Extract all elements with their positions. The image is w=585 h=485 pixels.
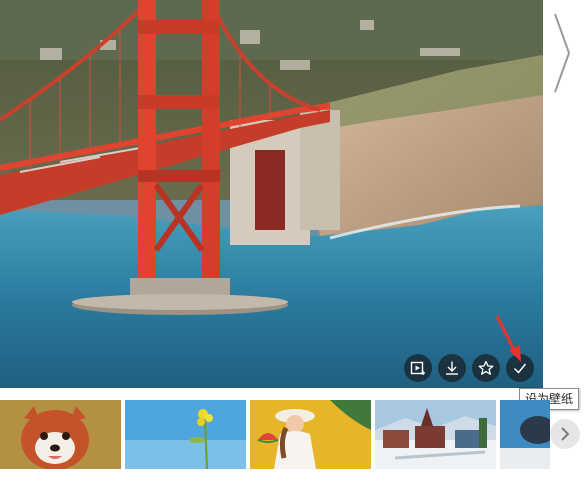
wallpaper-preview[interactable]: [0, 0, 543, 388]
check-icon: [513, 363, 527, 374]
wallpaper-action-bar: [404, 354, 534, 382]
download-button[interactable]: [438, 354, 466, 382]
favorite-button[interactable]: [472, 354, 500, 382]
star-icon: [478, 360, 494, 375]
thumb-woman-watermelon[interactable]: [250, 400, 371, 469]
set-wallpaper-button[interactable]: [506, 354, 534, 382]
thumb-yellow-flower[interactable]: [125, 400, 246, 469]
thumbnail-strip: [0, 400, 585, 469]
wallpaper-image: [0, 0, 543, 388]
video-preview-icon: [410, 361, 425, 375]
preview-play-button[interactable]: [404, 354, 432, 382]
thumb-red-panda[interactable]: [0, 400, 121, 469]
chevron-right-icon: [554, 13, 571, 93]
next-wallpaper-button[interactable]: [549, 10, 575, 96]
chevron-right-icon: [561, 427, 570, 441]
thumbnail-next-button[interactable]: [550, 419, 580, 449]
download-icon: [446, 361, 458, 375]
thumb-snowy-town[interactable]: [375, 400, 496, 469]
thumb-partial[interactable]: [500, 400, 550, 469]
